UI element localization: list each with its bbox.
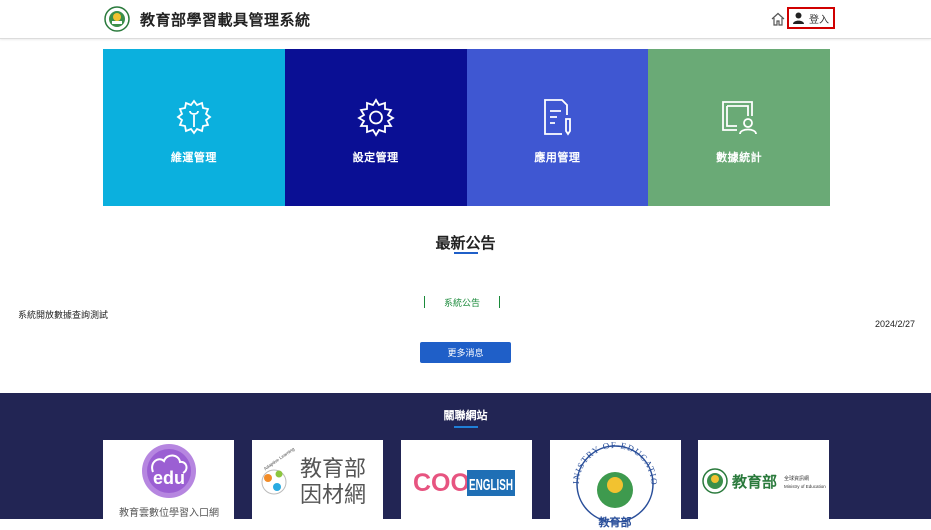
tile-label: 數據統計 (716, 151, 763, 164)
edu-cloud-logo-icon: edu 教育雲數位學習入口網 (119, 444, 219, 519)
announcement-category-tag: 系統公告 (424, 296, 500, 308)
more-news-button[interactable]: 更多消息 (420, 342, 511, 363)
heading-underline (454, 252, 478, 254)
tile-label: 設定管理 (352, 151, 399, 164)
link-card-ministry-of-education[interactable]: MINISTRY OF EDUCATION 教育部 (550, 440, 681, 530)
link-card-edu-cloud[interactable]: edu 教育雲數位學習入口網 (103, 440, 234, 530)
adaptive-learning-tag: Adaptive Learning (263, 446, 296, 471)
announcement-date: 2024/2/27 (874, 319, 915, 329)
moe-sub-text-1: 全球資訊網 (784, 475, 809, 482)
tile-application-management[interactable]: 應用管理 (466, 49, 649, 206)
link-card-adaptive-learning[interactable]: Adaptive Learning 教育部 因材網 (252, 440, 383, 530)
tile-label: 應用管理 (534, 151, 581, 164)
gear-wrench-icon (176, 99, 212, 134)
login-label: 登入 (809, 14, 829, 26)
english-text: ENGLISH (469, 477, 513, 494)
top-header: 教育部學習載具管理系統 登入 (0, 0, 931, 39)
tile-maintenance-management[interactable]: 維運管理 (103, 49, 285, 206)
moe-emblem-icon[interactable] (104, 6, 130, 32)
tile-settings-management[interactable]: 設定管理 (284, 49, 467, 206)
seal-bottom-text: 教育部 (598, 515, 632, 529)
gear-icon (356, 97, 395, 137)
heading-underline (454, 426, 478, 428)
link-card-label: 教育雲數位學習入口網 (119, 506, 219, 519)
link-card-label-line2: 因材網 (300, 483, 366, 508)
latest-news-heading: 最新公告 (435, 235, 496, 252)
link-card-label-line1: 教育部 (300, 457, 366, 482)
related-sites-section: 關聯網站 edu 教育雲數位學習入口網 Adaptive Learning 教育… (0, 393, 931, 530)
related-sites-heading: 關聯網站 (443, 410, 488, 422)
moe-seal-logo-icon: MINISTRY OF EDUCATION 教育部 (550, 440, 658, 529)
moe-website-logo-icon: 教育部 全球資訊網 Ministry of Education (702, 468, 826, 494)
tile-label: 維運管理 (170, 151, 217, 164)
announcement-title-link[interactable]: 系統開放數據查詢測試 (18, 308, 108, 321)
home-icon[interactable] (770, 11, 786, 27)
moe-name-text: 教育部 (731, 473, 777, 491)
login-button[interactable]: 登入 (787, 7, 835, 29)
user-icon (793, 12, 804, 24)
screen-user-icon (722, 100, 758, 134)
edu-badge-text: edu (153, 468, 185, 488)
site-title[interactable]: 教育部學習載具管理系統 (140, 9, 311, 30)
moe-sub-text-2: Ministry of Education (784, 484, 826, 489)
link-card-cool-english[interactable]: COOL ENGLISH (401, 440, 532, 530)
cool-english-logo-icon: COOL ENGLISH (413, 469, 515, 497)
tile-data-statistics[interactable]: 數據統計 (648, 49, 830, 206)
feature-tiles: 維運管理 設定管理 應用管理 數據統計 (103, 49, 830, 206)
document-edit-icon (544, 98, 572, 136)
link-card-moe-website[interactable]: 教育部 全球資訊網 Ministry of Education (698, 440, 829, 530)
adaptive-learning-logo-icon: Adaptive Learning 教育部 因材網 (261, 446, 366, 508)
